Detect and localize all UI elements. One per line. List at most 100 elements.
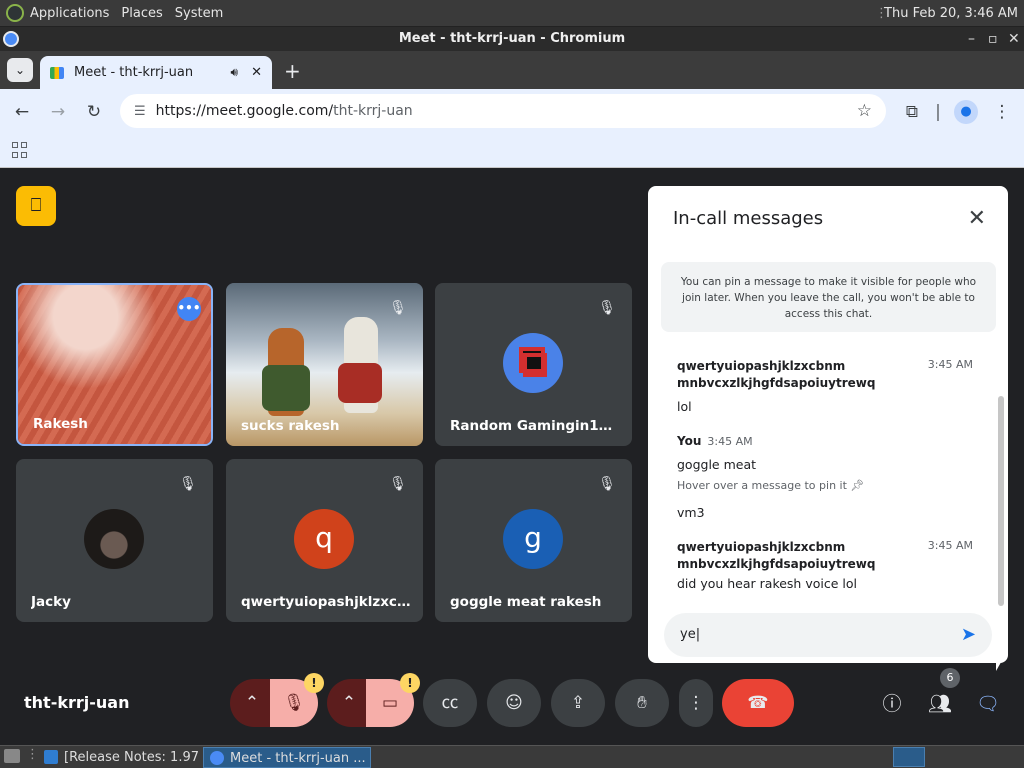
close-icon[interactable]: ✕ <box>968 206 986 231</box>
emoji-icon: ☺ <box>505 693 523 713</box>
mic-off-icon: 🎙︎ <box>598 300 616 316</box>
meeting-code: tht-krrj-uan <box>24 693 130 712</box>
avatar: g <box>503 509 563 569</box>
chat-panel: In-call messages ✕ You can pin a message… <box>648 186 1008 663</box>
participant-tile-goggle-meat[interactable]: 🎙︎ g goggle meat rakesh <box>435 459 632 622</box>
chat-message[interactable]: You 3:45 AM goggle meat Hover over a mess… <box>677 433 973 521</box>
menu-system[interactable]: System <box>175 6 223 21</box>
profile-avatar-icon[interactable]: ● <box>954 100 978 124</box>
fox-coat <box>262 365 310 411</box>
os-top-panel: Applications Places System ⋮ Thu Feb 20,… <box>0 0 1024 27</box>
people-count-badge: 6 <box>940 668 960 688</box>
window-close-icon[interactable]: ✕ <box>1008 27 1020 51</box>
message-list: qwertyuiopashjklzxcbnm mnbvcxzlkjhgfdsap… <box>677 358 973 610</box>
chat-info-banner: You can pin a message to make it visible… <box>661 262 996 332</box>
message-time: 3:45 AM <box>927 539 973 552</box>
mic-off-icon: 🎙︎ <box>389 300 407 316</box>
camera-warning-icon: ! <box>400 673 420 693</box>
camera-toggle-button[interactable]: ▭ ! <box>366 673 420 727</box>
chat-input-value: ye <box>680 627 696 642</box>
workspace-switcher[interactable] <box>893 747 925 767</box>
chat-message-input[interactable]: ye| ➤ <box>664 613 992 657</box>
toolbar-divider: | <box>935 102 941 122</box>
chat-message[interactable]: qwertyuiopashjklzxcbnm mnbvcxzlkjhgfdsap… <box>677 539 973 592</box>
taskbar-item-release-notes[interactable]: [Release Notes: 1.97... <box>38 747 198 768</box>
window-title: Meet - tht-krrj-uan - Chromium <box>398 31 626 46</box>
present-button[interactable]: ⇪ <box>551 679 605 727</box>
show-desktop-icon[interactable] <box>4 749 20 763</box>
more-options-icon[interactable]: ••• <box>177 297 201 321</box>
url-host: https://meet.google.com/ <box>155 103 334 119</box>
audio-options-button[interactable]: ⌃ <box>230 679 274 727</box>
vscode-icon <box>44 750 58 764</box>
hand-icon: ✋︎ <box>637 693 647 713</box>
os-logo-icon[interactable] <box>6 4 24 22</box>
minimize-icon[interactable]: – <box>968 27 975 51</box>
window-titlebar[interactable]: Meet - tht-krrj-uan - Chromium – ▫ ✕ <box>0 27 1024 51</box>
message-sender: qwertyuiopashjklzxcbnm mnbvcxzlkjhgfdsap… <box>677 540 876 571</box>
forward-arrow-icon[interactable]: → <box>46 100 70 124</box>
participant-name: goggle meat rakesh <box>450 594 602 610</box>
participant-name: Rakesh <box>33 416 88 432</box>
leave-call-button[interactable]: ☎︎ <box>722 679 794 727</box>
captions-button[interactable]: ㏄ <box>423 679 477 727</box>
chromium-icon <box>3 31 19 47</box>
address-bar[interactable]: ☰ https://meet.google.com/tht-krrj-uan ☆ <box>120 94 886 128</box>
menu-places[interactable]: Places <box>121 6 162 21</box>
present-screen-icon: ⇪ <box>570 693 586 713</box>
message-text: vm3 <box>677 505 705 520</box>
raise-hand-button[interactable]: ✋︎ <box>615 679 669 727</box>
meeting-details-door-icon[interactable]: ⎕ <box>16 186 56 226</box>
mic-toggle-button[interactable]: 🎙︎ ! <box>270 673 324 727</box>
taskbar-item-meet[interactable]: Meet - tht-krrj-uan ... <box>203 747 371 768</box>
audio-playing-icon[interactable]: 🔊︎ <box>230 65 238 80</box>
send-icon[interactable]: ➤ <box>961 613 976 657</box>
participant-name: sucks rakesh <box>241 418 340 434</box>
reload-icon[interactable]: ↻ <box>82 100 106 124</box>
browser-toolbar: ← → ↻ ☰ https://meet.google.com/tht-krrj… <box>0 89 1024 134</box>
new-tab-button[interactable]: + <box>284 59 301 83</box>
more-vert-icon: ⋮ <box>687 693 705 713</box>
people-icon[interactable]: 👥︎ <box>927 691 953 717</box>
tab-title: Meet - tht-krrj-uan <box>74 65 194 80</box>
participant-tile-sucks-rakesh[interactable]: 🎙︎ sucks rakesh <box>226 283 423 446</box>
participant-tile-random-gaming[interactable]: 🎙︎ Random Gamingin144p <box>435 283 632 446</box>
pin-icon[interactable]: 📌︎ <box>850 479 864 492</box>
tab-close-icon[interactable]: ✕ <box>251 65 262 80</box>
avatar <box>84 509 144 569</box>
tab-strip: ⌄ Meet - tht-krrj-uan 🔊︎ ✕ + <box>0 51 1024 89</box>
tab-search-button[interactable]: ⌄ <box>7 58 33 82</box>
bookmark-star-icon[interactable]: ☆ <box>857 101 872 121</box>
maximize-icon[interactable]: ▫ <box>988 27 998 51</box>
taskbar-item-label: [Release Notes: 1.97... <box>64 750 198 765</box>
more-options-button[interactable]: ⋮ <box>679 679 713 727</box>
apps-grid-icon[interactable] <box>12 142 28 158</box>
extensions-icon[interactable]: ⧉ <box>900 100 924 124</box>
browser-menu-icon[interactable]: ⋮ <box>990 100 1014 124</box>
avatar <box>503 333 563 393</box>
mic-off-icon: 🎙︎ <box>179 476 197 492</box>
avatar: q <box>294 509 354 569</box>
video-options-button[interactable]: ⌃ <box>327 679 371 727</box>
back-arrow-icon[interactable]: ← <box>10 100 34 124</box>
participant-tile-qwerty[interactable]: 🎙︎ q qwertyuiopashjklzxcb... <box>226 459 423 622</box>
chat-scrollbar[interactable] <box>998 396 1004 606</box>
panel-clock[interactable]: Thu Feb 20, 3:46 AM <box>884 6 1018 21</box>
participant-name: qwertyuiopashjklzxcb... <box>241 594 411 610</box>
message-time: 3:45 AM <box>707 435 753 448</box>
chat-icon[interactable]: 🗨︎ <box>975 691 1001 717</box>
meeting-info-icon[interactable]: ⓘ <box>879 691 905 717</box>
pin-hint-text: Hover over a message to pin it <box>677 479 847 492</box>
participant-tile-jacky[interactable]: 🎙︎ Jacky <box>16 459 213 622</box>
emoji-button[interactable]: ☺ <box>487 679 541 727</box>
participant-name: Jacky <box>31 594 71 610</box>
tab-meet[interactable]: Meet - tht-krrj-uan 🔊︎ ✕ <box>40 56 272 89</box>
message-sender: qwertyuiopashjklzxcbnm mnbvcxzlkjhgfdsap… <box>677 359 876 390</box>
captions-icon: ㏄ <box>441 693 459 713</box>
chat-message[interactable]: qwertyuiopashjklzxcbnm mnbvcxzlkjhgfdsap… <box>677 358 973 415</box>
site-info-icon[interactable]: ☰ <box>134 104 146 119</box>
message-text: lol <box>677 399 692 414</box>
mic-warning-icon: ! <box>304 673 324 693</box>
menu-applications[interactable]: Applications <box>30 6 109 21</box>
participant-tile-rakesh[interactable]: ••• Rakesh <box>16 283 213 446</box>
